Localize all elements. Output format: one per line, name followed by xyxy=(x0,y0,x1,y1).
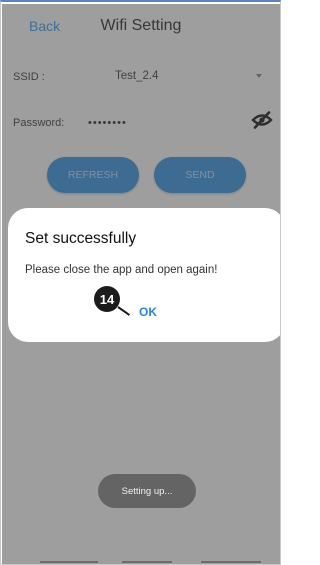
nav-home-line[interactable] xyxy=(122,561,172,563)
step-pointer-line xyxy=(117,306,131,316)
nav-back-line[interactable] xyxy=(201,561,261,563)
nav-recents-line[interactable] xyxy=(40,561,98,563)
step-number-badge: 14 xyxy=(94,286,120,312)
success-dialog: Set successfully Please close the app an… xyxy=(8,208,280,342)
progress-toast: Setting up... xyxy=(98,474,196,508)
system-nav-bar xyxy=(2,558,280,564)
dialog-title: Set successfully xyxy=(25,230,137,247)
device-frame: Back Wifi Setting SSID : Test_2.4 Passwo… xyxy=(0,0,281,565)
dialog-message: Please close the app and open again! xyxy=(25,264,218,276)
ok-button[interactable]: OK xyxy=(139,305,157,319)
